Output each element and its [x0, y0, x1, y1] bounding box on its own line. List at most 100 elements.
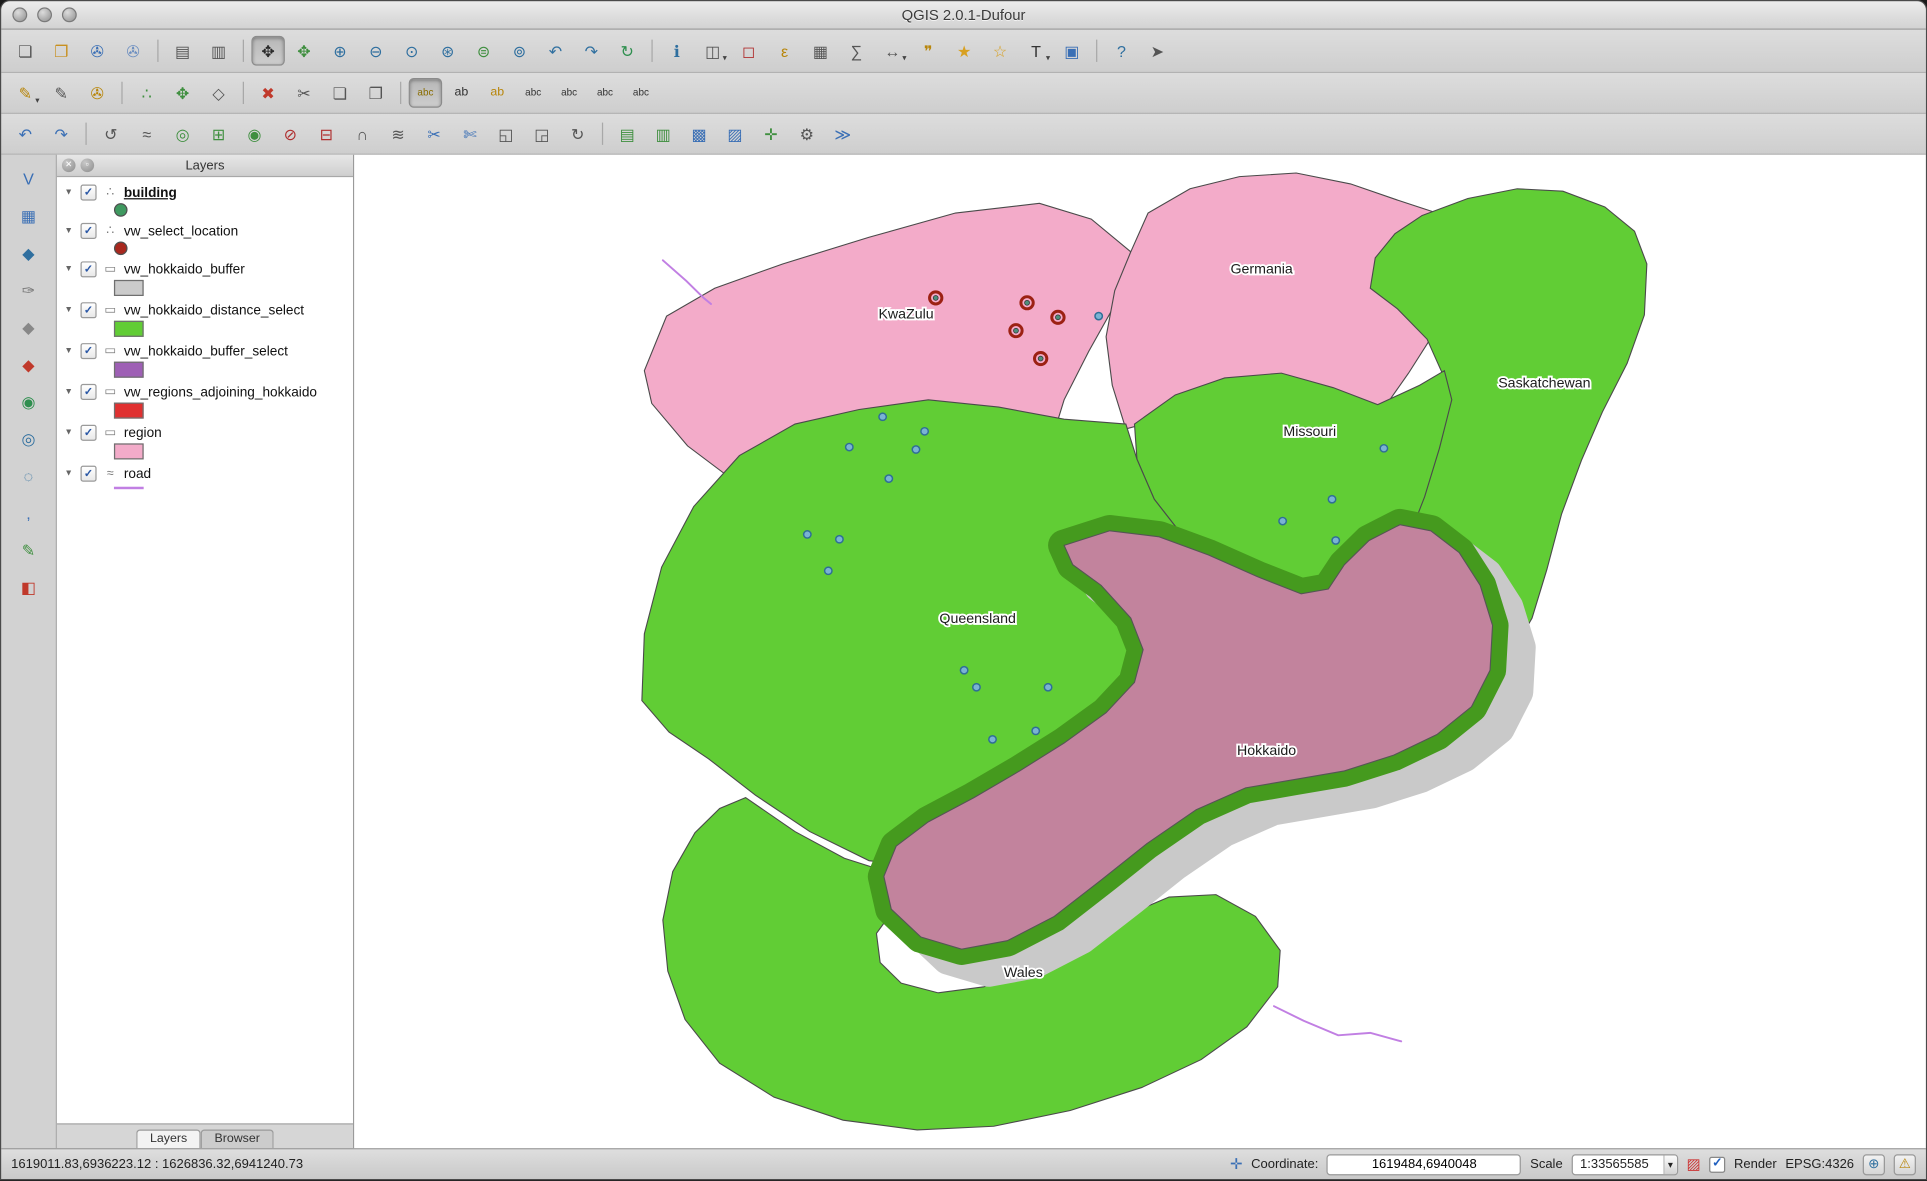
save-layer-edits-button[interactable]: ✇ — [81, 78, 114, 108]
coordinate-capture-icon[interactable]: ✛ — [1230, 1157, 1242, 1172]
add-raster-layer-button[interactable]: ▦ — [11, 199, 46, 231]
zoom-to-layer-button[interactable]: ⊚ — [503, 36, 536, 66]
show-bookmarks-button[interactable]: ☆ — [983, 36, 1016, 66]
fill-ring-button[interactable]: ◉ — [238, 119, 271, 149]
layer-item-road[interactable]: ▼✓≈road — [57, 463, 353, 483]
label-highlight-button[interactable]: ab — [481, 78, 514, 108]
add-postgis-layer-button[interactable]: ◆ — [11, 237, 46, 269]
zoom-in-button[interactable]: ⊕ — [323, 36, 356, 66]
split-parts-button[interactable]: ✄ — [453, 119, 486, 149]
topology-checker-button[interactable]: ▨ — [718, 119, 751, 149]
field-calculator-button[interactable]: ∑ — [840, 36, 873, 66]
layer-item-vw_regions_adjoining_hokkaido[interactable]: ▼✓▭vw_regions_adjoining_hokkaido — [57, 381, 353, 401]
text-annotation-button[interactable]: T▾ — [1019, 36, 1052, 66]
close-window-button[interactable] — [12, 7, 27, 22]
new-print-composer-button[interactable]: ▤ — [166, 36, 199, 66]
paste-style-button[interactable]: ▥ — [646, 119, 679, 149]
new-project-button[interactable]: ❏ — [9, 36, 42, 66]
expander-icon[interactable]: ▼ — [64, 388, 75, 397]
combo-arrow-icon[interactable]: ▾ — [1663, 1155, 1677, 1174]
layer-label[interactable]: building — [124, 185, 177, 200]
zoom-out-button[interactable]: ⊖ — [359, 36, 392, 66]
coordinate-input[interactable] — [1327, 1154, 1521, 1175]
identify-features-button[interactable]: ℹ — [660, 36, 693, 66]
node-tool-button[interactable]: ◇ — [202, 78, 235, 108]
select-features-button[interactable]: ◫▾ — [696, 36, 729, 66]
add-feature-button[interactable]: ∴ — [130, 78, 163, 108]
merge-features-button[interactable]: ◱ — [489, 119, 522, 149]
split-features-button[interactable]: ✂ — [417, 119, 450, 149]
delete-selected-button[interactable]: ✖ — [251, 78, 284, 108]
add-ring-button[interactable]: ◎ — [166, 119, 199, 149]
help-contents-button[interactable]: ? — [1105, 36, 1138, 66]
simplify-feature-button[interactable]: ≈ — [130, 119, 163, 149]
expander-icon[interactable]: ▼ — [64, 188, 75, 197]
scale-combo[interactable]: 1:33565585 ▾ — [1571, 1154, 1678, 1175]
layer-item-region[interactable]: ▼✓▭region — [57, 422, 353, 442]
open-project-button[interactable]: ❐ — [45, 36, 78, 66]
save-project-as-button[interactable]: ✇ — [116, 36, 149, 66]
layer-item-vw_select_location[interactable]: ▼✓∴vw_select_location — [57, 220, 353, 240]
add-oracle-layer-button[interactable]: ◆ — [11, 348, 46, 380]
zoom-to-selection-button[interactable]: ⊜ — [467, 36, 500, 66]
copy-style-button[interactable]: ▤ — [611, 119, 644, 149]
merge-attributes-button[interactable]: ◲ — [525, 119, 558, 149]
layer-checkbox[interactable]: ✓ — [81, 223, 97, 239]
select-by-expression-button[interactable]: ε — [768, 36, 801, 66]
refresh-map-button[interactable]: ↻ — [611, 36, 644, 66]
layer-item-vw_hokkaido_buffer[interactable]: ▼✓▭vw_hokkaido_buffer — [57, 259, 353, 279]
layer-checkbox[interactable]: ✓ — [81, 343, 97, 359]
add-part-button[interactable]: ⊞ — [202, 119, 235, 149]
crs-status-button[interactable]: ⊕ — [1863, 1154, 1885, 1175]
layer-label[interactable]: road — [124, 466, 151, 481]
add-mssql-layer-button[interactable]: ◆ — [11, 311, 46, 343]
stop-render-icon[interactable]: ▨ — [1687, 1157, 1701, 1172]
expander-icon[interactable]: ▼ — [64, 306, 75, 315]
expander-icon[interactable]: ▼ — [64, 227, 75, 236]
label-pin-button[interactable]: ab — [445, 78, 478, 108]
map-tips-button[interactable]: ❞ — [912, 36, 945, 66]
tab-layers[interactable]: Layers — [136, 1130, 200, 1149]
layer-checkbox[interactable]: ✓ — [81, 466, 97, 482]
deselect-features-button[interactable]: ◻ — [732, 36, 765, 66]
layer-checkbox[interactable]: ✓ — [81, 384, 97, 400]
expander-icon[interactable]: ▼ — [64, 469, 75, 478]
panel-close-button[interactable]: ✕ — [62, 159, 76, 173]
composer-manager-button[interactable]: ▥ — [202, 36, 235, 66]
reshape-features-button[interactable]: ∩ — [346, 119, 379, 149]
add-wfs-layer-button[interactable]: ◌ — [11, 459, 46, 491]
label-properties-button[interactable]: abc — [624, 78, 657, 108]
label-move-button[interactable]: abc — [516, 78, 549, 108]
processing-toolbox-button[interactable]: ⚙ — [790, 119, 823, 149]
layer-checkbox[interactable]: ✓ — [81, 185, 97, 201]
save-project-button[interactable]: ✇ — [81, 36, 114, 66]
pan-to-selection-button[interactable]: ✥ — [287, 36, 320, 66]
label-change-button[interactable]: abc — [588, 78, 621, 108]
layer-checkbox[interactable]: ✓ — [81, 261, 97, 277]
add-wcs-layer-button[interactable]: ◎ — [11, 422, 46, 454]
pan-map-button[interactable]: ✥ — [251, 36, 284, 66]
map-canvas[interactable]: KwaZulu Germania Saskatchewan Missouri Q… — [354, 155, 1926, 1148]
add-wms-layer-button[interactable]: ◉ — [11, 385, 46, 417]
layer-checkbox[interactable]: ✓ — [81, 425, 97, 441]
open-attribute-table-button[interactable]: ▦ — [804, 36, 837, 66]
toggle-editing-button[interactable]: ✎ — [45, 78, 78, 108]
paste-features-button[interactable]: ❐ — [359, 78, 392, 108]
road-line-southeast[interactable] — [1274, 1006, 1401, 1041]
add-delimited-text-layer-button[interactable]: , — [11, 497, 46, 529]
form-annotation-button[interactable]: ▣ — [1055, 36, 1088, 66]
cut-features-button[interactable]: ✂ — [287, 78, 320, 108]
layer-label[interactable]: region — [124, 425, 162, 440]
expander-icon[interactable]: ▼ — [64, 429, 75, 438]
redo-button[interactable]: ↷ — [45, 119, 78, 149]
zoom-window-button[interactable] — [62, 7, 77, 22]
layer-item-vw_hokkaido_distance_select[interactable]: ▼✓▭vw_hokkaido_distance_select — [57, 300, 353, 320]
move-feature-button[interactable]: ✥ — [166, 78, 199, 108]
layer-label[interactable]: vw_regions_adjoining_hokkaido — [124, 385, 317, 400]
layer-item-vw_hokkaido_buffer_select[interactable]: ▼✓▭vw_hokkaido_buffer_select — [57, 341, 353, 361]
tab-browser[interactable]: Browser — [201, 1130, 274, 1149]
panel-undock-button[interactable]: ▫ — [81, 159, 95, 173]
expander-icon[interactable]: ▼ — [64, 347, 75, 356]
offline-editing-button[interactable]: ▩ — [682, 119, 715, 149]
layer-label[interactable]: vw_select_location — [124, 224, 238, 239]
